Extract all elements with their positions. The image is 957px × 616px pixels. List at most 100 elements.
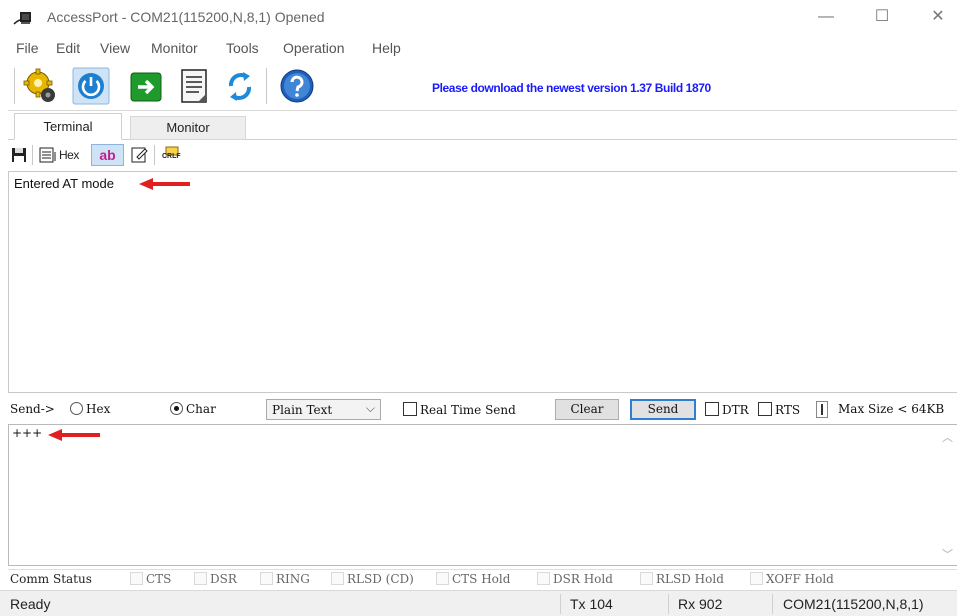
tab-terminal[interactable]: Terminal xyxy=(14,113,122,140)
view-list-icon[interactable] xyxy=(39,144,57,166)
send-button[interactable]: Send xyxy=(630,399,696,420)
hex-radio[interactable]: Hex xyxy=(70,402,110,416)
menu-bar: File Edit View Monitor Tools Operation H… xyxy=(0,36,957,62)
settings-gear-icon[interactable] xyxy=(21,66,59,106)
format-select[interactable]: Plain Text ⌵ xyxy=(266,399,381,420)
cts-led xyxy=(130,572,143,585)
dsr-hold-label: DSR Hold xyxy=(553,572,613,586)
save-icon[interactable] xyxy=(11,144,27,166)
xoff-hold-indicator: XOFF Hold xyxy=(750,572,834,586)
max-size-label: Max Size < 64KB xyxy=(838,402,945,416)
go-arrow-icon[interactable] xyxy=(127,66,165,106)
hex-radio-label: Hex xyxy=(86,402,111,416)
hex-toggle[interactable]: Hex xyxy=(59,144,79,166)
toolbar-separator xyxy=(266,68,267,104)
help-icon[interactable] xyxy=(278,66,316,106)
toolbar-separator xyxy=(154,145,155,165)
minimize-button[interactable]: — xyxy=(806,4,846,30)
ring-indicator: RING xyxy=(260,572,310,586)
receive-area[interactable]: Entered AT mode xyxy=(8,171,957,393)
send-input[interactable]: +++ ︿ ﹀ xyxy=(8,424,957,566)
rlsd-hold-led xyxy=(640,572,653,585)
close-button[interactable]: ✕ xyxy=(918,4,957,30)
tab-monitor[interactable]: Monitor xyxy=(130,116,246,140)
toolbar-separator xyxy=(14,68,15,104)
rlsd-led xyxy=(331,572,344,585)
title-bar: AccessPort - COM21(115200,N,8,1) Opened … xyxy=(0,0,957,34)
notepad-icon[interactable] xyxy=(175,66,213,106)
cts-hold-label: CTS Hold xyxy=(452,572,511,586)
clear-button[interactable]: Clear xyxy=(555,399,619,420)
char-radio[interactable]: Char xyxy=(170,402,216,416)
rlsd-hold-indicator: RLSD Hold xyxy=(640,572,724,586)
status-bar: Ready Tx 104 Rx 902 COM21(115200,N,8,1) xyxy=(0,590,957,616)
dsr-indicator: DSR xyxy=(194,572,237,586)
terminal-toolbar: Hex ab CRLF xyxy=(8,141,957,169)
ring-led xyxy=(260,572,273,585)
window-title: AccessPort - COM21(115200,N,8,1) Opened xyxy=(47,9,325,25)
rlsd-label: RLSD (CD) xyxy=(347,572,414,586)
status-divider xyxy=(772,594,773,614)
red-arrow-annotation xyxy=(48,429,100,441)
status-divider xyxy=(560,594,561,614)
format-select-value: Plain Text xyxy=(272,403,333,417)
ab-text-toggle[interactable]: ab xyxy=(91,144,124,166)
cts-hold-led xyxy=(436,572,449,585)
menu-edit[interactable]: Edit xyxy=(56,40,80,56)
dsr-hold-led xyxy=(537,572,550,585)
power-open-icon[interactable] xyxy=(72,66,110,106)
receive-text: Entered AT mode xyxy=(14,176,114,191)
realtime-send-label: Real Time Send xyxy=(420,403,516,417)
main-toolbar: Please download the newest version 1.37 … xyxy=(8,63,957,111)
dtr-checkbox[interactable]: DTR xyxy=(705,402,749,417)
dtr-label: DTR xyxy=(722,403,749,417)
update-notice-link[interactable]: Please download the newest version 1.37 … xyxy=(432,81,711,95)
rts-box xyxy=(758,402,772,416)
scroll-up-icon[interactable]: ︿ xyxy=(942,429,953,445)
menu-operation[interactable]: Operation xyxy=(283,40,344,56)
xoff-hold-label: XOFF Hold xyxy=(766,572,834,586)
rts-label: RTS xyxy=(775,403,801,417)
rts-checkbox[interactable]: RTS xyxy=(758,402,800,417)
tx-counter: Tx 104 xyxy=(570,596,613,612)
comm-status-label: Comm Status xyxy=(10,572,92,586)
vertical-scrollbar[interactable]: ︿ ﹀ xyxy=(940,425,957,565)
menu-monitor[interactable]: Monitor xyxy=(151,40,198,56)
char-radio-circle xyxy=(170,402,183,415)
dsr-label: DSR xyxy=(210,572,237,586)
realtime-send-box xyxy=(403,402,417,416)
app-icon xyxy=(13,12,31,25)
edit-page-icon[interactable] xyxy=(131,144,149,166)
maximize-button[interactable]: ☐ xyxy=(862,4,902,30)
menu-file[interactable]: File xyxy=(16,40,39,56)
hex-radio-circle xyxy=(70,402,83,415)
crlf-button[interactable]: CRLF xyxy=(161,144,185,166)
xoff-hold-led xyxy=(750,572,763,585)
rx-counter: Rx 902 xyxy=(678,596,723,612)
menu-tools[interactable]: Tools xyxy=(226,40,259,56)
cts-indicator: CTS xyxy=(130,572,171,586)
send-controls: Send-> Hex Char Plain Text ⌵ Real Time S… xyxy=(8,396,957,423)
scroll-down-icon[interactable]: ﹀ xyxy=(942,546,953,562)
status-ready: Ready xyxy=(10,596,51,612)
toolbar-separator xyxy=(32,145,33,165)
char-radio-label: Char xyxy=(186,402,216,416)
menu-help[interactable]: Help xyxy=(372,40,401,56)
dsr-hold-indicator: DSR Hold xyxy=(537,572,613,586)
cts-label: CTS xyxy=(146,572,172,586)
rlsd-indicator: RLSD (CD) xyxy=(331,572,414,586)
menu-view[interactable]: View xyxy=(100,40,130,56)
send-input-text: +++ xyxy=(12,426,43,440)
refresh-icon[interactable] xyxy=(221,66,259,106)
size-indicator-bar xyxy=(821,404,823,415)
crlf-label: CRLF xyxy=(162,153,181,160)
tab-bar: Terminal Monitor xyxy=(8,113,957,140)
ring-label: RING xyxy=(276,572,310,586)
rlsd-hold-label: RLSD Hold xyxy=(656,572,724,586)
chevron-down-icon: ⌵ xyxy=(365,401,375,415)
port-info: COM21(115200,N,8,1) xyxy=(783,596,924,612)
comm-status-bar: Comm Status CTS DSR RING RLSD (CD) CTS H… xyxy=(8,569,957,589)
size-indicator xyxy=(816,401,828,418)
realtime-send-checkbox[interactable]: Real Time Send xyxy=(403,402,516,417)
red-arrow-annotation xyxy=(139,178,190,190)
